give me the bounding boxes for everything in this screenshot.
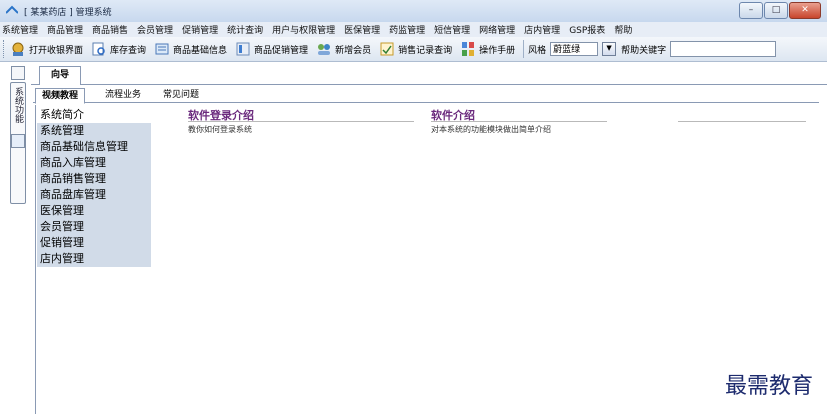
maximize-icon: □ [771, 5, 781, 15]
tab-guide[interactable]: 向导 [39, 66, 81, 85]
nav-item-stock-in[interactable]: 商品入库管理 [37, 155, 151, 171]
window-title: [ 某某药店 ] 管理系统 [24, 8, 112, 18]
section-divider [678, 121, 806, 122]
toolbar-separator [523, 40, 525, 58]
menu-network[interactable]: 网络管理 [479, 23, 515, 36]
promotion-management-label: 商品促销管理 [254, 45, 309, 56]
nav-item-store[interactable]: 店内管理 [37, 251, 151, 267]
tab-faq[interactable]: 常见问题 [157, 88, 205, 102]
help-keyword-label: 帮助关键字 [621, 45, 667, 56]
sales-record-query-label: 销售记录查询 [398, 45, 453, 56]
section-divider [431, 121, 607, 122]
section-login-intro: 软件登录介绍 教你如何登录系统 [188, 107, 414, 134]
menu-medical-insurance[interactable]: 医保管理 [344, 23, 380, 36]
menu-bar: 系统管理 商品管理 商品销售 会员管理 促销管理 统计查询 用户与权限管理 医保… [0, 22, 827, 37]
menu-product[interactable]: 商品管理 [47, 23, 83, 36]
minimize-button[interactable]: – [739, 2, 763, 19]
nav-item-medical-insurance[interactable]: 医保管理 [37, 203, 151, 219]
nav-item-system-intro[interactable]: 系统简介 [37, 107, 151, 123]
manual-label: 操作手册 [479, 45, 516, 56]
section-software-intro: 软件介绍 对本系统的功能模块做出简单介绍 [431, 107, 607, 134]
close-button[interactable]: ✕ [789, 2, 821, 19]
system-functions-label: 系统功能 [13, 87, 23, 123]
promotion-icon [236, 42, 250, 56]
new-member-icon [318, 44, 331, 55]
menu-users-permissions[interactable]: 用户与权限管理 [272, 23, 335, 36]
panel-icon[interactable] [11, 134, 25, 148]
product-info-label: 商品基础信息 [173, 45, 228, 56]
tab-video-tutorial[interactable]: 视频教程 [35, 88, 86, 104]
chevron-down-icon: ▼ [606, 44, 612, 52]
menu-statistics[interactable]: 统计查询 [227, 23, 263, 36]
watermark-text: 最需教育 [724, 374, 813, 399]
section-desc[interactable]: 对本系统的功能模块做出简单介绍 [431, 124, 551, 135]
product-info-icon [155, 43, 169, 55]
open-cashier-label: 打开收银界面 [29, 45, 84, 56]
new-member-button[interactable]: 新增会员 [316, 41, 371, 57]
menu-member[interactable]: 会员管理 [137, 23, 173, 36]
new-member-label: 新增会员 [335, 45, 372, 56]
tab-workflow[interactable]: 流程业务 [99, 88, 147, 102]
menu-sms[interactable]: 短信管理 [434, 23, 470, 36]
inventory-query-button[interactable]: 库存查询 [91, 41, 146, 57]
section-divider [188, 121, 414, 122]
menu-sales[interactable]: 商品销售 [92, 23, 128, 36]
content-pane: 系统简介 系统管理 商品基础信息管理 商品入库管理 商品销售管理 商品盘库管理 … [35, 105, 822, 414]
inner-tab-bar: 视频教程 流程业务 常见问题 [33, 86, 819, 104]
product-info-button[interactable]: 商品基础信息 [154, 41, 227, 57]
menu-drug-supervision[interactable]: 药监管理 [389, 23, 425, 36]
nav-item-sales[interactable]: 商品销售管理 [37, 171, 151, 187]
menu-store[interactable]: 店内管理 [524, 23, 560, 36]
style-select[interactable]: 蔚蓝绿 [550, 42, 599, 56]
style-label: 风格 [528, 45, 547, 56]
cash-register-icon [12, 42, 24, 56]
style-dropdown-button[interactable]: ▼ [602, 42, 617, 56]
inventory-query-label: 库存查询 [110, 45, 147, 56]
nav-item-members[interactable]: 会员管理 [37, 219, 151, 235]
sales-record-icon [380, 42, 394, 56]
nav-list: 系统简介 系统管理 商品基础信息管理 商品入库管理 商品销售管理 商品盘库管理 … [37, 107, 151, 267]
close-icon: ✕ [801, 5, 809, 15]
toolbar-grip[interactable] [3, 40, 7, 58]
maximize-button[interactable]: □ [764, 2, 788, 19]
manual-icon [462, 42, 475, 56]
nav-item-promotion[interactable]: 促销管理 [37, 235, 151, 251]
app-icon [6, 5, 18, 14]
menu-gsp-report[interactable]: GSP报表 [569, 23, 605, 36]
nav-item-product-info[interactable]: 商品基础信息管理 [37, 139, 151, 155]
nav-item-system-management[interactable]: 系统管理 [37, 123, 151, 139]
pin-button[interactable] [11, 66, 25, 80]
menu-promotion[interactable]: 促销管理 [182, 23, 218, 36]
toolbar: 打开收银界面 库存查询 商品基础信息 商品促销管理 新增会员 销售记录查询 操作… [0, 37, 827, 62]
nav-item-stocktaking[interactable]: 商品盘库管理 [37, 187, 151, 203]
open-cashier-button[interactable]: 打开收银界面 [10, 41, 83, 57]
left-strip: 系统功能 [8, 64, 27, 414]
main-area: 向导 视频教程 流程业务 常见问题 系统简介 系统管理 商品基础信息管理 商品入… [31, 64, 827, 414]
manual-button[interactable]: 操作手册 [460, 41, 515, 57]
inventory-search-icon [92, 42, 105, 56]
menu-system[interactable]: 系统管理 [2, 23, 38, 36]
section-desc[interactable]: 教你如何登录系统 [188, 124, 252, 135]
help-keyword-input[interactable] [670, 41, 777, 57]
title-bar: [ 某某药店 ] 管理系统 – □ ✕ [0, 0, 827, 22]
sales-record-query-button[interactable]: 销售记录查询 [379, 41, 452, 57]
menu-help[interactable]: 帮助 [614, 23, 632, 36]
minimize-icon: – [748, 5, 754, 15]
promotion-management-button[interactable]: 商品促销管理 [235, 41, 308, 57]
outer-tab-bar: 向导 [31, 64, 827, 85]
